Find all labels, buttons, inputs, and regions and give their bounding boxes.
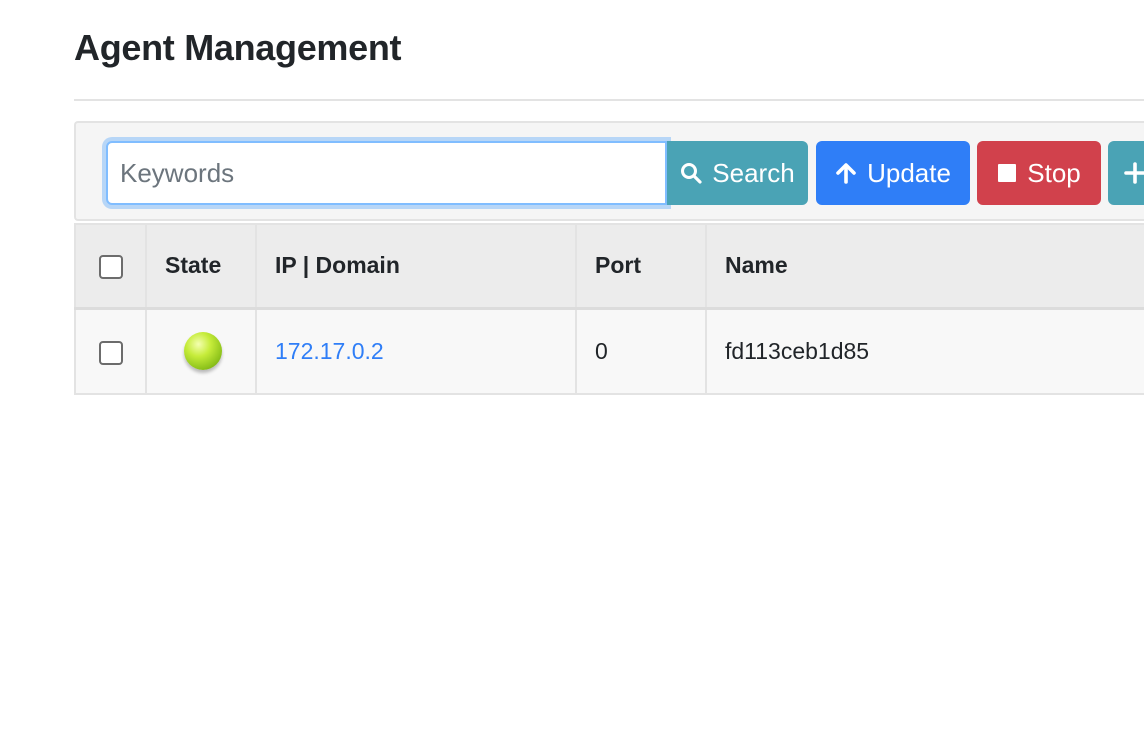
column-header-state[interactable]: State: [145, 223, 257, 310]
table-row: 172.17.0.2 0 fd113ceb1d85: [74, 307, 1144, 395]
page-title: Agent Management: [74, 27, 402, 68]
toolbar: Search Update Stop: [74, 121, 1144, 221]
update-button[interactable]: Update: [816, 141, 970, 205]
row-select-cell: [74, 307, 147, 395]
title-divider: [74, 99, 1144, 101]
column-header-name[interactable]: Name: [705, 223, 1144, 310]
ip-domain-link[interactable]: 172.17.0.2: [275, 338, 384, 364]
add-button[interactable]: [1108, 141, 1144, 205]
stop-square-icon: [997, 163, 1017, 183]
select-all-cell: [74, 223, 147, 310]
stop-button-label: Stop: [1027, 157, 1081, 188]
search-icon: [680, 162, 702, 184]
plus-icon: [1124, 162, 1144, 184]
status-dot-icon: [184, 332, 222, 371]
stop-button[interactable]: Stop: [977, 141, 1101, 205]
column-header-ip-domain[interactable]: IP | Domain: [255, 223, 577, 310]
search-button-label: Search: [712, 157, 795, 188]
agents-table: State IP | Domain Port Name 172.17.0.2 0…: [74, 223, 1144, 395]
state-cell: [145, 307, 257, 395]
agents-table-container: State IP | Domain Port Name 172.17.0.2 0…: [74, 223, 1144, 395]
column-header-port[interactable]: Port: [575, 223, 707, 310]
search-input[interactable]: [106, 141, 667, 205]
row-checkbox[interactable]: [98, 340, 123, 365]
name-cell: fd113ceb1d85: [705, 307, 1144, 395]
table-header-row: State IP | Domain Port Name: [74, 223, 1144, 310]
select-all-checkbox[interactable]: [98, 255, 123, 280]
port-cell: 0: [575, 307, 707, 395]
ip-domain-cell: 172.17.0.2: [255, 307, 577, 395]
search-button[interactable]: Search: [667, 141, 808, 205]
arrow-up-icon: [835, 162, 857, 184]
update-button-label: Update: [867, 157, 951, 188]
